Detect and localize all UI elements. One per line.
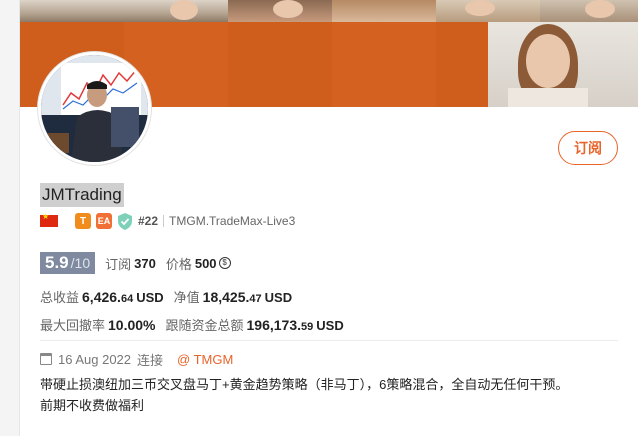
trader-name: JMTrading: [40, 183, 124, 207]
banner-photo: [20, 0, 124, 22]
description-line: 前期不收费做福利: [40, 398, 145, 413]
banner-face: [170, 0, 198, 20]
calendar-icon: [40, 353, 52, 365]
strategy-description: 带硬止损澳纽加三币交叉盘马丁+黄金趋势策略（非马丁），6策略混合，全自动无任何干…: [40, 374, 620, 416]
banner-tile: [228, 22, 332, 107]
price-label: 价格: [165, 256, 192, 272]
profit-row: 总收益 6,426.64 USD 净值 18,425.47 USD: [40, 287, 292, 307]
connection-info: 16 Aug 2022 连接 @ TMGM: [40, 350, 233, 368]
banner-face: [465, 0, 495, 16]
price-value: 500: [194, 255, 217, 271]
verified-shield-icon: [118, 212, 132, 230]
section-divider: [40, 340, 618, 341]
total-profit-label: 总收益: [40, 290, 80, 305]
banner-face: [585, 0, 615, 18]
banner-photo: [332, 0, 436, 22]
t-badge-icon: T: [75, 213, 91, 229]
subscribe-button[interactable]: 订阅: [558, 131, 618, 165]
badge-row: T EA #22 TMGM.TradeMax-Live3: [40, 212, 295, 230]
total-profit-unit: USD: [136, 290, 164, 305]
equity-label: 净值: [173, 290, 200, 305]
equity-unit: USD: [264, 290, 293, 305]
follow-funds-unit: USD: [316, 318, 344, 333]
score-value: 5.9: [45, 253, 69, 272]
subscriptions-value: 370: [134, 255, 156, 271]
description-line: 带硬止损澳纽加三币交叉盘马丁+黄金趋势策略（非马丁），6策略混合，全自动无任何干…: [40, 377, 569, 392]
broker-link[interactable]: @ TMGM: [177, 352, 233, 367]
equity-value: 18,425.47: [202, 289, 262, 305]
score-row: 5.9 /10 订阅 370 价格 500 $: [40, 252, 231, 274]
divider: [163, 215, 165, 227]
banner-tile: [332, 22, 436, 107]
subscriptions-label: 订阅: [105, 256, 132, 272]
avatar[interactable]: [38, 52, 151, 165]
drawdown-row: 最大回撤率 10.00% 跟随资金总额 196,173.59 USD: [40, 315, 344, 335]
banner-photo-woman: [488, 22, 638, 107]
connect-label: 连接: [137, 352, 164, 368]
total-profit-value: 6,426.64: [82, 289, 134, 305]
follow-funds-value: 196,173.59: [246, 317, 314, 333]
score-denominator: /10: [70, 255, 91, 271]
coin-icon: $: [218, 257, 231, 269]
rank-badge: #22: [138, 214, 159, 228]
max-drawdown-value: 10.00%: [108, 317, 156, 333]
follow-funds-label: 跟随资金总额: [165, 318, 244, 333]
ea-badge-icon: EA: [96, 213, 112, 229]
left-gutter: [0, 0, 20, 436]
score-badge: 5.9 /10: [40, 252, 96, 274]
max-drawdown-label: 最大回撤率: [40, 318, 106, 333]
server-name: TMGM.TradeMax-Live3: [169, 214, 296, 228]
china-flag-icon: [40, 212, 58, 227]
connect-date: 16 Aug 2022: [58, 351, 132, 367]
banner-face: [273, 0, 303, 18]
